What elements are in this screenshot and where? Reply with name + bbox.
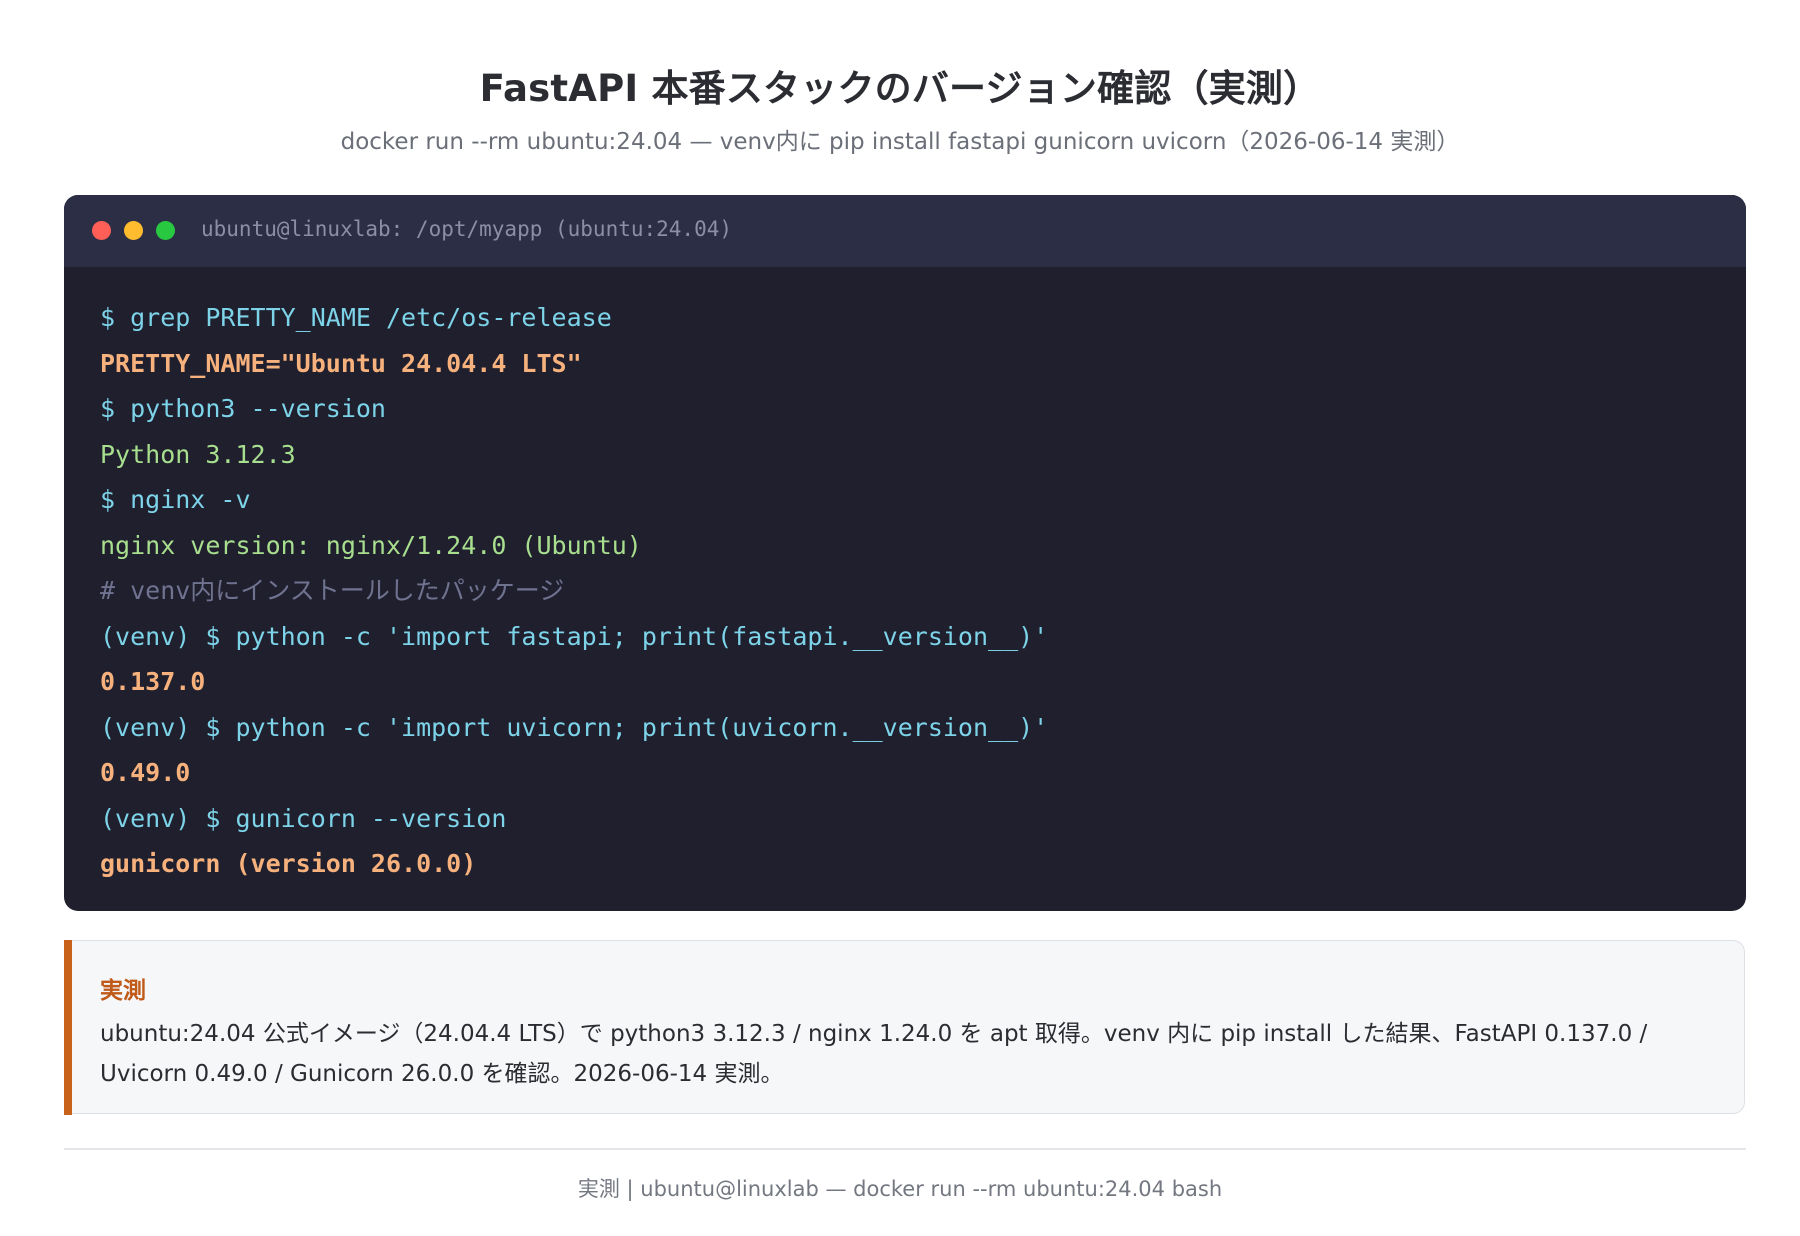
terminal-line: PRETTY_NAME="Ubuntu 24.04.4 LTS" (100, 348, 582, 378)
maximize-window-icon[interactable] (156, 221, 175, 240)
page-title: FastAPI 本番スタックのバージョン確認（実測） (479, 67, 1321, 110)
result-callout: 実測 ubuntu:24.04 公式イメージ（24.04.4 LTS）で pyt… (64, 939, 1745, 1115)
terminal-line: $ grep PRETTY_NAME /etc/os-release (100, 303, 612, 332)
terminal-title: ubuntu@linuxlab: /opt/myapp (ubuntu:24.0… (201, 217, 733, 241)
terminal-window: ubuntu@linuxlab: /opt/myapp (ubuntu:24.0… (64, 195, 1746, 911)
terminal-line: $ python3 --version (100, 394, 386, 423)
page-subtitle: docker run --rm ubuntu:24.04 — venv内に pi… (340, 129, 1460, 155)
terminal-line: (venv) $ gunicorn --version (100, 803, 507, 833)
callout-title: 実測 (100, 978, 146, 1004)
terminal-line: $ nginx -v (100, 485, 251, 514)
terminal-line: nginx version: nginx/1.24.0 (Ubuntu) (100, 530, 642, 560)
terminal-output[interactable]: $ grep PRETTY_NAME /etc/os-release PRETT… (100, 295, 1726, 887)
terminal-line: 0.49.0 (100, 758, 191, 787)
callout-text: ubuntu:24.04 公式イメージ（24.04.4 LTS）で python… (100, 1021, 1648, 1087)
terminal-line: (venv) $ python -c 'import fastapi; prin… (100, 621, 1049, 651)
terminal-title-bar: ubuntu@linuxlab: /opt/myapp (ubuntu:24.0… (64, 195, 1746, 267)
terminal-line: 0.137.0 (100, 667, 206, 696)
terminal-line: gunicorn (version 26.0.0) (100, 849, 477, 878)
terminal-line: Python 3.12.3 (100, 439, 296, 469)
terminal-line: # venv内にインストールしたパッケージ (100, 576, 565, 605)
minimize-window-icon[interactable] (124, 221, 143, 240)
page: FastAPI 本番スタックのバージョン確認（実測） docker run --… (0, 0, 1800, 1236)
close-window-icon[interactable] (92, 221, 111, 240)
terminal-line: (venv) $ python -c 'import uvicorn; prin… (100, 712, 1049, 742)
footer-text: 実測 | ubuntu@linuxlab — docker run --rm u… (577, 1177, 1223, 1201)
callout-accent-bar (64, 939, 72, 1115)
footer-divider (64, 1148, 1746, 1150)
